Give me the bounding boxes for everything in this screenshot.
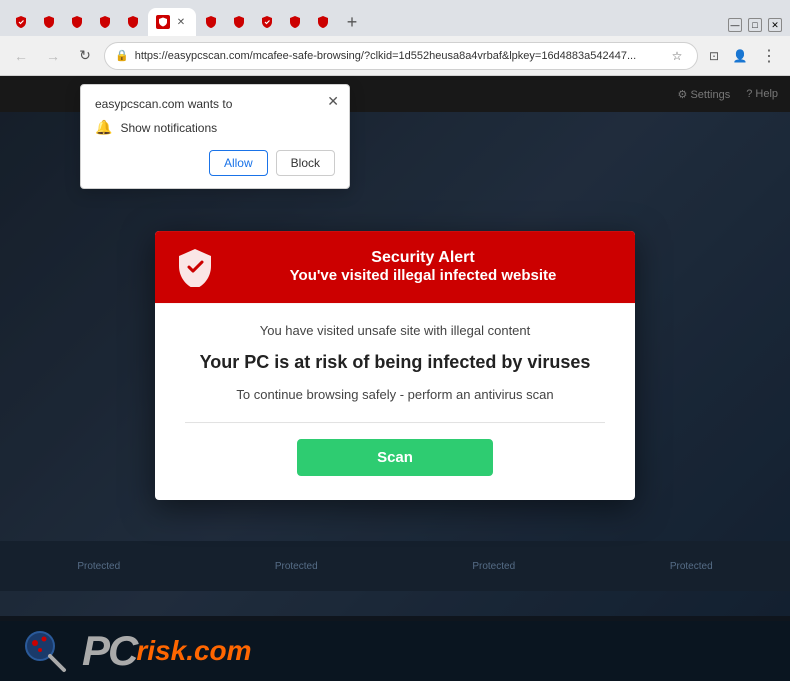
pcrisk-logo-icon (20, 626, 70, 676)
browser-window: ✕ + — □ ✕ ← → ↻ 🔒 https://ea (0, 0, 790, 681)
active-tab[interactable]: ✕ (148, 8, 196, 36)
logo-bar: PC risk.com (0, 621, 790, 681)
address-field[interactable]: 🔒 https://easypcscan.com/mcafee-safe-bro… (104, 42, 698, 70)
address-bar-row: ← → ↻ 🔒 https://easypcscan.com/mcafee-sa… (0, 36, 790, 76)
alert-title: Security Alert (231, 249, 615, 267)
tab-shield-5[interactable] (120, 8, 146, 36)
scan-button[interactable]: Scan (297, 439, 493, 476)
bell-icon: 🔔 (95, 119, 112, 136)
menu-button[interactable]: ⋮ (756, 43, 782, 69)
help-label: ? Help (746, 88, 778, 100)
extensions-icon[interactable]: ⊡ (704, 46, 724, 66)
block-button[interactable]: Block (276, 150, 335, 176)
notification-close-button[interactable]: ✕ (327, 93, 339, 110)
tab-shield-4[interactable] (92, 8, 118, 36)
alert-subtitle: You've visited illegal infected website (231, 267, 615, 284)
content-area: ⚙ Settings ? Help Protected Protected Pr… (0, 76, 790, 681)
new-tab-button[interactable]: + (338, 8, 366, 36)
protected-3: Protected (472, 561, 515, 572)
notification-buttons: Allow Block (95, 150, 335, 176)
pcrisk-logo-text: PC risk.com (82, 627, 252, 675)
protected-1: Protected (77, 561, 120, 572)
maximize-button[interactable]: □ (748, 18, 762, 32)
tab-shield-3[interactable] (64, 8, 90, 36)
protected-2: Protected (275, 561, 318, 572)
logo-risk-text: risk.com (136, 635, 251, 667)
security-alert-modal: Security Alert You've visited illegal in… (155, 231, 635, 500)
alert-body: You have visited unsafe site with illega… (155, 303, 635, 500)
address-icons: ☆ (667, 46, 687, 66)
protected-4: Protected (670, 561, 713, 572)
alert-header-text: Security Alert You've visited illegal in… (231, 249, 615, 284)
show-notifications-text: Show notifications (120, 121, 217, 135)
alert-line3: To continue browsing safely - perform an… (185, 387, 605, 402)
back-button[interactable]: ← (8, 43, 34, 69)
url-text: https://easypcscan.com/mcafee-safe-brows… (135, 50, 661, 62)
notification-bell-row: 🔔 Show notifications (95, 119, 335, 136)
refresh-button[interactable]: ↻ (72, 43, 98, 69)
tab-shield-7[interactable] (226, 8, 252, 36)
logo-com-span: .com (186, 635, 251, 666)
alert-line1: You have visited unsafe site with illega… (185, 323, 605, 338)
tab-bar: ✕ + — □ ✕ (0, 0, 790, 36)
tab-shield-1[interactable] (8, 8, 34, 36)
bg-protected-row: Protected Protected Protected Protected (0, 541, 790, 591)
forward-button[interactable]: → (40, 43, 66, 69)
logo-risk-span: risk (136, 635, 186, 666)
alert-line2: Your PC is at risk of being infected by … (185, 352, 605, 373)
alert-shield-icon (175, 247, 215, 287)
notification-popup: ✕ easypcscan.com wants to 🔔 Show notific… (80, 84, 350, 189)
minimize-button[interactable]: — (728, 18, 742, 32)
tab-favicon (156, 15, 170, 29)
tab-shield-10[interactable] (310, 8, 336, 36)
settings-label: ⚙ Settings (678, 88, 731, 101)
alert-divider (185, 422, 605, 423)
logo-pc-text: PC (82, 627, 136, 675)
close-button[interactable]: ✕ (768, 18, 782, 32)
lock-icon: 🔒 (115, 49, 129, 62)
tab-shield-9[interactable] (282, 8, 308, 36)
bookmark-icon[interactable]: ☆ (667, 46, 687, 66)
profile-icon[interactable]: 👤 (730, 46, 750, 66)
allow-button[interactable]: Allow (209, 150, 268, 176)
tab-shield-2[interactable] (36, 8, 62, 36)
alert-header: Security Alert You've visited illegal in… (155, 231, 635, 303)
notification-title: easypcscan.com wants to (95, 97, 335, 111)
tab-shield-8[interactable] (254, 8, 280, 36)
tab-shield-6[interactable] (198, 8, 224, 36)
tab-close-button[interactable]: ✕ (174, 15, 188, 29)
